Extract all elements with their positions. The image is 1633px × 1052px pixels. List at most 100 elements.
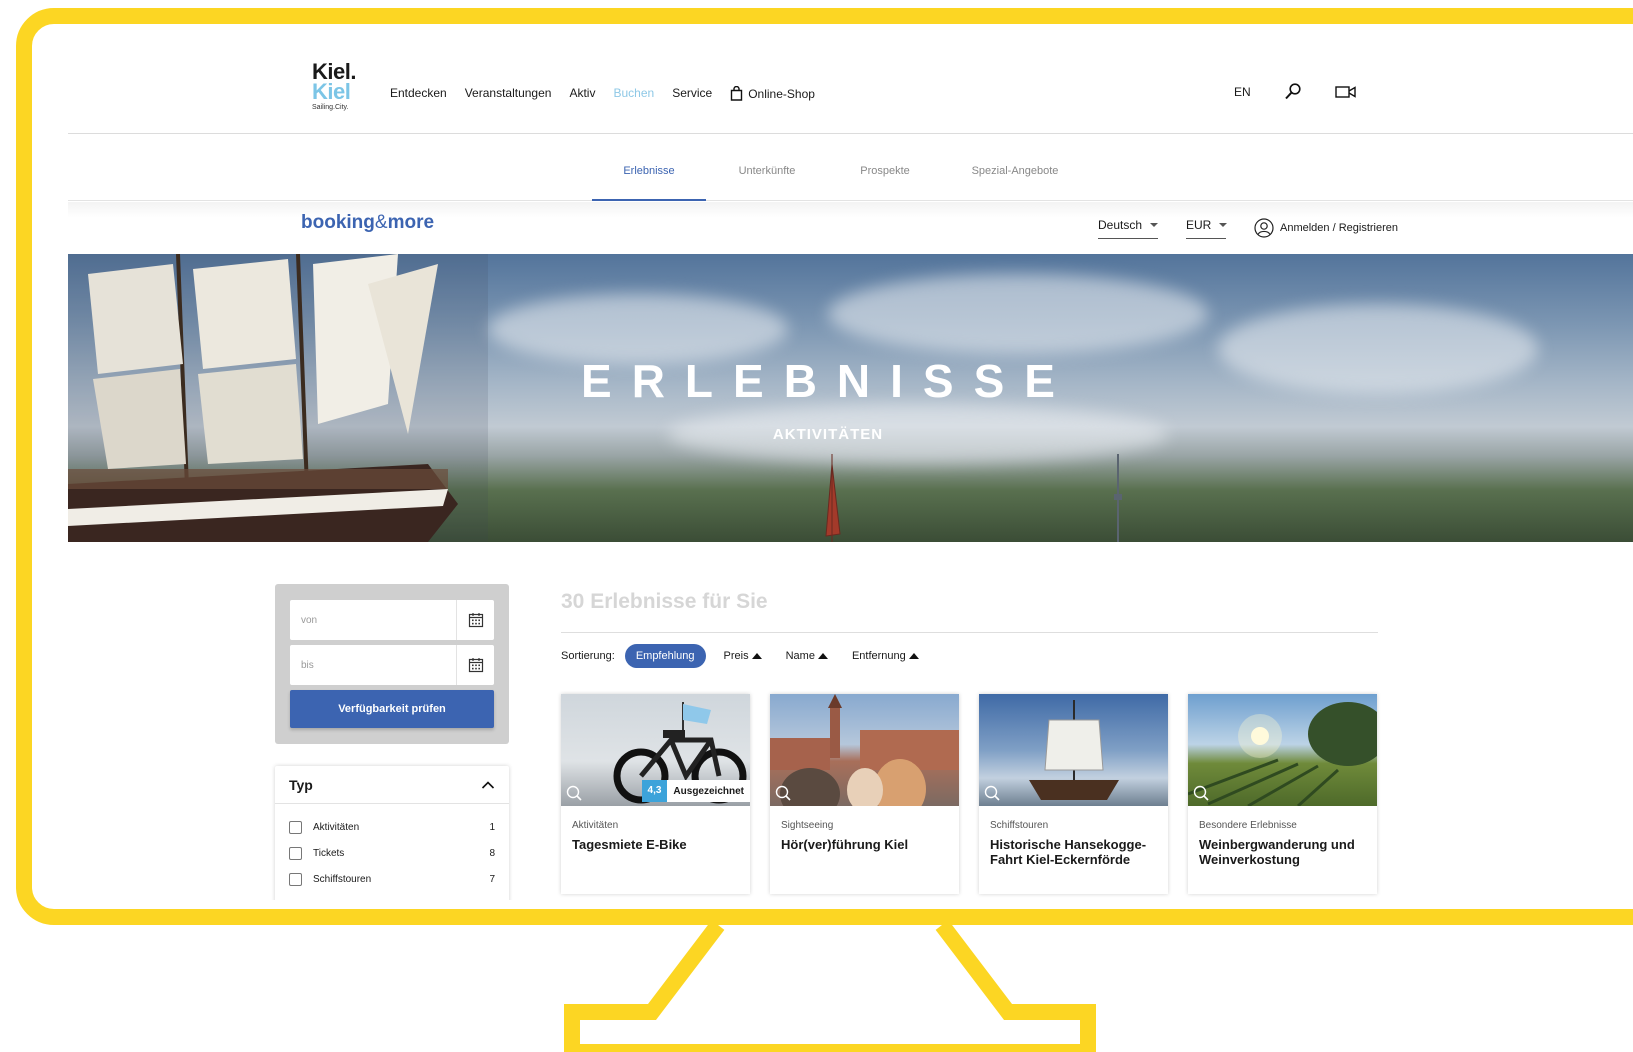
booking-bar: booking&more Deutsch EUR Anmelden / Regi… <box>68 202 1633 254</box>
card-category: Aktivitäten <box>572 820 619 831</box>
currency-dropdown[interactable]: EUR <box>1186 216 1228 239</box>
tv-tower-image <box>1114 454 1122 542</box>
zoom-icon[interactable] <box>774 784 792 802</box>
card-title: Historische Hansekogge-Fahrt Kiel-Eckern… <box>990 837 1147 867</box>
chevron-up-icon[interactable] <box>481 780 495 790</box>
to-date-field[interactable]: bis <box>290 645 494 685</box>
checkbox[interactable] <box>289 873 302 886</box>
sort-arrow-up-icon <box>908 653 919 659</box>
calendar-icon[interactable] <box>456 645 494 685</box>
card-title: Hör(ver)führung Kiel <box>781 837 909 852</box>
card-image-ebike: 4,3 Ausgezeichnet <box>561 694 750 806</box>
card-title: Tagesmiete E-Bike <box>572 837 687 852</box>
hero-subtitle: AKTIVITÄTEN <box>772 426 884 443</box>
city-hall-illustration <box>770 694 959 806</box>
type-option-count: 7 <box>489 874 495 885</box>
type-option-schiffstouren[interactable]: Schiffstouren 7 <box>275 868 509 891</box>
search-icon[interactable] <box>1283 82 1303 102</box>
currency-value: EUR <box>1186 218 1212 232</box>
card-category: Schiffstouren <box>990 820 1049 831</box>
menu-item-buchen[interactable]: Buchen <box>613 86 654 101</box>
type-filter-box: Typ Aktivitäten 1 Tickets 8 Schiffstoure… <box>275 766 509 900</box>
cog-ship-illustration <box>1029 700 1119 800</box>
card-category: Besondere Erlebnisse <box>1199 820 1297 831</box>
rating-score: 4,3 <box>641 780 668 802</box>
from-date-field[interactable]: von <box>290 600 494 640</box>
card-title: Weinbergwanderung und Weinverkostung <box>1199 837 1355 867</box>
menu-item-online-shop[interactable]: Online-Shop <box>730 86 815 101</box>
divider <box>561 632 1378 633</box>
sort-option-entfernung[interactable]: Entfernung <box>852 650 919 662</box>
tab-spezial-angebote[interactable]: Spezial-Angebote <box>944 135 1086 201</box>
login-register-link[interactable]: Anmelden / Registrieren <box>1254 217 1399 238</box>
menu-item-entdecken[interactable]: Entdecken <box>390 86 447 101</box>
type-option-label: Tickets <box>313 848 345 859</box>
to-date-placeholder: bis <box>301 660 314 671</box>
booking-and-more-logo[interactable]: booking&more <box>301 212 434 234</box>
result-card-hoerfuehrung[interactable]: Sightseeing Hör(ver)führung Kiel <box>770 694 959 894</box>
user-icon <box>1254 217 1274 238</box>
hero-cloud <box>828 274 1208 354</box>
online-shop-label: Online-Shop <box>748 86 815 101</box>
result-card-ebike[interactable]: 4,3 Ausgezeichnet Aktivitäten Tagesmiete… <box>561 694 750 894</box>
sort-label: Sortierung: <box>561 650 615 662</box>
language-dropdown[interactable]: Deutsch <box>1098 216 1159 239</box>
date-filter-box: von bis Verfügbarkeit prüfen <box>275 584 509 744</box>
tab-erlebnisse[interactable]: Erlebnisse <box>592 135 706 201</box>
login-label: Anmelden / Registrieren <box>1280 221 1399 234</box>
top-navigation: Kiel. Kiel Sailing.City. Entdecken Veran… <box>68 50 1633 134</box>
vineyard-illustration <box>1188 702 1377 806</box>
top-right-tools: EN <box>1234 82 1357 102</box>
card-image-weinberg <box>1188 694 1377 806</box>
sort-option-preis[interactable]: Preis <box>724 650 762 662</box>
chevron-down-icon <box>1219 223 1228 227</box>
from-date-placeholder: von <box>301 615 318 626</box>
monitor-frame: Kiel. Kiel Sailing.City. Entdecken Veran… <box>16 8 1633 925</box>
hero-banner: ERLEBNISSE AKTIVITÄTEN <box>68 254 1633 542</box>
rating-badge: 4,3 Ausgezeichnet <box>641 780 750 802</box>
hero-title: ERLEBNISSE <box>581 355 1075 407</box>
red-sail-image <box>825 454 841 542</box>
card-image-hansekogge <box>979 694 1168 806</box>
type-option-aktivitaeten[interactable]: Aktivitäten 1 <box>275 816 509 839</box>
video-camera-icon[interactable] <box>1334 85 1357 99</box>
chevron-down-icon <box>1150 223 1159 227</box>
tab-unterkuenfte[interactable]: Unterkünfte <box>708 135 826 201</box>
menu-item-aktiv[interactable]: Aktiv <box>569 86 595 101</box>
main-menu: Entdecken Veranstaltungen Aktiv Buchen S… <box>390 86 815 101</box>
menu-item-service[interactable]: Service <box>672 86 712 101</box>
sort-arrow-up-icon <box>751 653 762 659</box>
website-screen: Kiel. Kiel Sailing.City. Entdecken Veran… <box>68 50 1633 900</box>
tab-prospekte[interactable]: Prospekte <box>826 135 944 201</box>
sort-option-name[interactable]: Name <box>786 650 828 662</box>
language-switch-en[interactable]: EN <box>1234 85 1251 99</box>
zoom-icon[interactable] <box>1192 784 1210 802</box>
type-option-label: Schiffstouren <box>313 874 372 885</box>
results-title: 30 Erlebnisse für Sie <box>561 590 768 613</box>
type-filter-heading: Typ <box>289 776 313 793</box>
result-card-hansekogge[interactable]: Schiffstouren Historische Hansekogge-Fah… <box>979 694 1168 894</box>
kiel-logo[interactable]: Kiel. Kiel Sailing.City. <box>312 61 372 122</box>
type-option-count: 1 <box>489 822 495 833</box>
card-image-hoerfuehrung <box>770 694 959 806</box>
language-value: Deutsch <box>1098 218 1143 232</box>
type-filter-header[interactable]: Typ <box>275 766 509 804</box>
result-card-weinberg[interactable]: Besondere Erlebnisse Weinbergwanderung u… <box>1188 694 1377 894</box>
shopping-bag-icon <box>731 86 743 101</box>
sort-arrow-up-icon <box>817 653 828 659</box>
sub-tabs: Erlebnisse Unterkünfte Prospekte Spezial… <box>68 135 1633 201</box>
sort-option-empfehlung[interactable]: Empfehlung <box>624 644 706 668</box>
zoom-icon[interactable] <box>983 784 1001 802</box>
rating-text: Ausgezeichnet <box>673 785 744 797</box>
menu-item-veranstaltungen[interactable]: Veranstaltungen <box>465 86 552 101</box>
type-option-count: 8 <box>489 848 495 859</box>
checkbox[interactable] <box>289 821 302 834</box>
checkbox[interactable] <box>289 847 302 860</box>
check-availability-button[interactable]: Verfügbarkeit prüfen <box>290 690 494 728</box>
type-option-label: Aktivitäten <box>313 822 360 833</box>
card-category: Sightseeing <box>781 820 834 831</box>
booking-options: Deutsch EUR Anmelden / Registrieren <box>1098 216 1398 239</box>
calendar-icon[interactable] <box>456 600 494 640</box>
zoom-icon[interactable] <box>565 784 583 802</box>
type-option-tickets[interactable]: Tickets 8 <box>275 842 509 865</box>
